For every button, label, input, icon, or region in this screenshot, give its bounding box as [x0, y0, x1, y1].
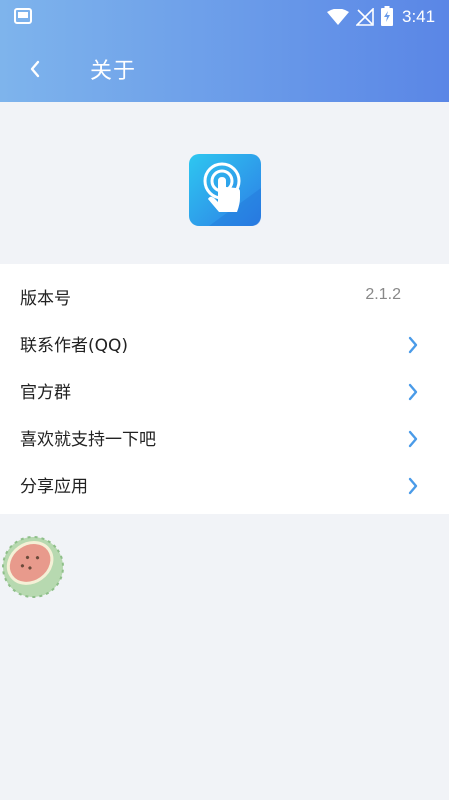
watermelon-icon[interactable] — [0, 532, 66, 602]
tap-gesture-icon — [189, 154, 261, 226]
chevron-left-icon — [30, 60, 40, 78]
version-label: 版本号 — [20, 289, 71, 309]
header-bar: 3:41 关于 — [0, 0, 449, 102]
battery-charging-icon — [381, 6, 393, 26]
back-button[interactable] — [20, 54, 50, 84]
official-group-label: 官方群 — [20, 383, 71, 403]
about-list: 版本号 2.1.2 联系作者(QQ) 官方群 喜欢就支持一下吧 分享应用 — [0, 264, 449, 514]
status-time: 3:41 — [402, 7, 436, 26]
share-app-label: 分享应用 — [20, 477, 88, 497]
list-item-contact-author[interactable]: 联系作者(QQ) — [0, 321, 449, 368]
list-item-official-group[interactable]: 官方群 — [0, 368, 449, 415]
contact-author-label: 联系作者(QQ) — [20, 336, 129, 356]
wifi-icon — [327, 9, 349, 25]
chevron-right-icon — [408, 383, 418, 401]
page-title: 关于 — [90, 59, 137, 84]
list-item-support[interactable]: 喜欢就支持一下吧 — [0, 415, 449, 462]
version-value: 2.1.2 — [365, 286, 401, 303]
status-bar: 3:41 — [0, 0, 449, 34]
chevron-right-icon — [408, 430, 418, 448]
chevron-right-icon — [408, 477, 418, 495]
support-label: 喜欢就支持一下吧 — [20, 430, 156, 450]
no-signal-icon — [356, 8, 374, 26]
chevron-right-icon — [408, 336, 418, 354]
list-item-share-app[interactable]: 分享应用 — [0, 462, 449, 509]
gallery-icon — [14, 8, 32, 24]
logo-section — [0, 102, 449, 264]
list-item-version: 版本号 2.1.2 — [0, 274, 449, 321]
